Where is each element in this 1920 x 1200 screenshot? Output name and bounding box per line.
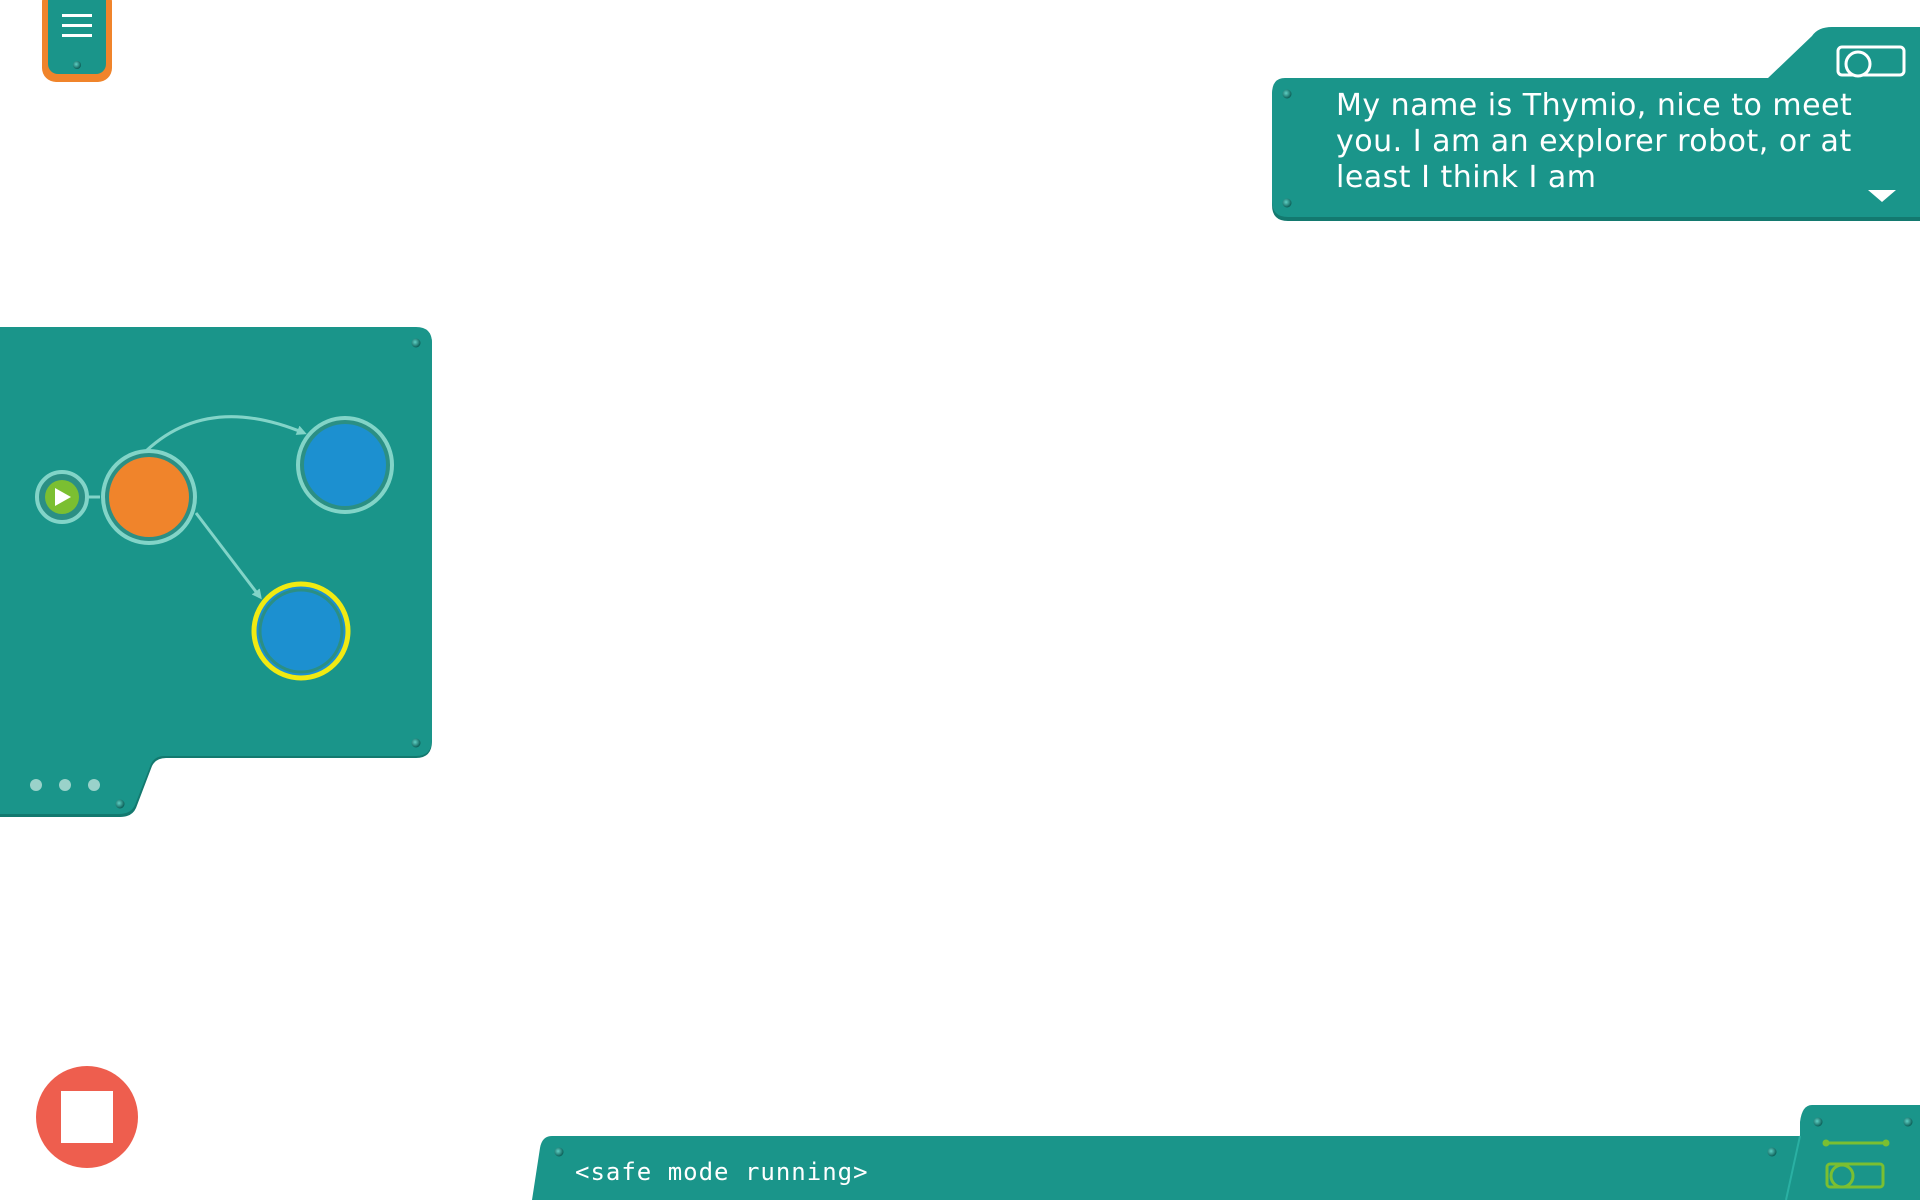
state-graph [35,415,394,681]
chevron-down-icon[interactable] [1866,188,1898,204]
rivet [1282,198,1292,208]
menu-button[interactable] [42,0,112,84]
state-node-blue-bottom[interactable] [251,581,351,681]
dialog-text: My name is Thymio, nice to meet you. I a… [1336,88,1853,195]
camera-icon[interactable] [1836,44,1908,80]
state-node-blue-top[interactable] [296,416,394,514]
edge-orange-to-top-blue [144,415,307,453]
game-screen: My name is Thymio, nice to meet you. I a… [0,0,1920,1200]
rivet [554,1147,564,1157]
stop-button[interactable] [36,1066,138,1168]
rivet [1903,1117,1913,1127]
rivet [1813,1117,1823,1127]
ellipsis-icon[interactable] [26,774,106,798]
start-node[interactable] [35,470,89,524]
rivet [1767,1147,1777,1157]
edge-orange-to-bottom-blue [194,512,262,600]
console-text: <safe mode running> [575,1158,869,1186]
rivet [1282,89,1292,99]
state-node-orange[interactable] [101,449,197,545]
camera-icon[interactable] [1822,1136,1894,1190]
stop-icon [61,1091,113,1143]
